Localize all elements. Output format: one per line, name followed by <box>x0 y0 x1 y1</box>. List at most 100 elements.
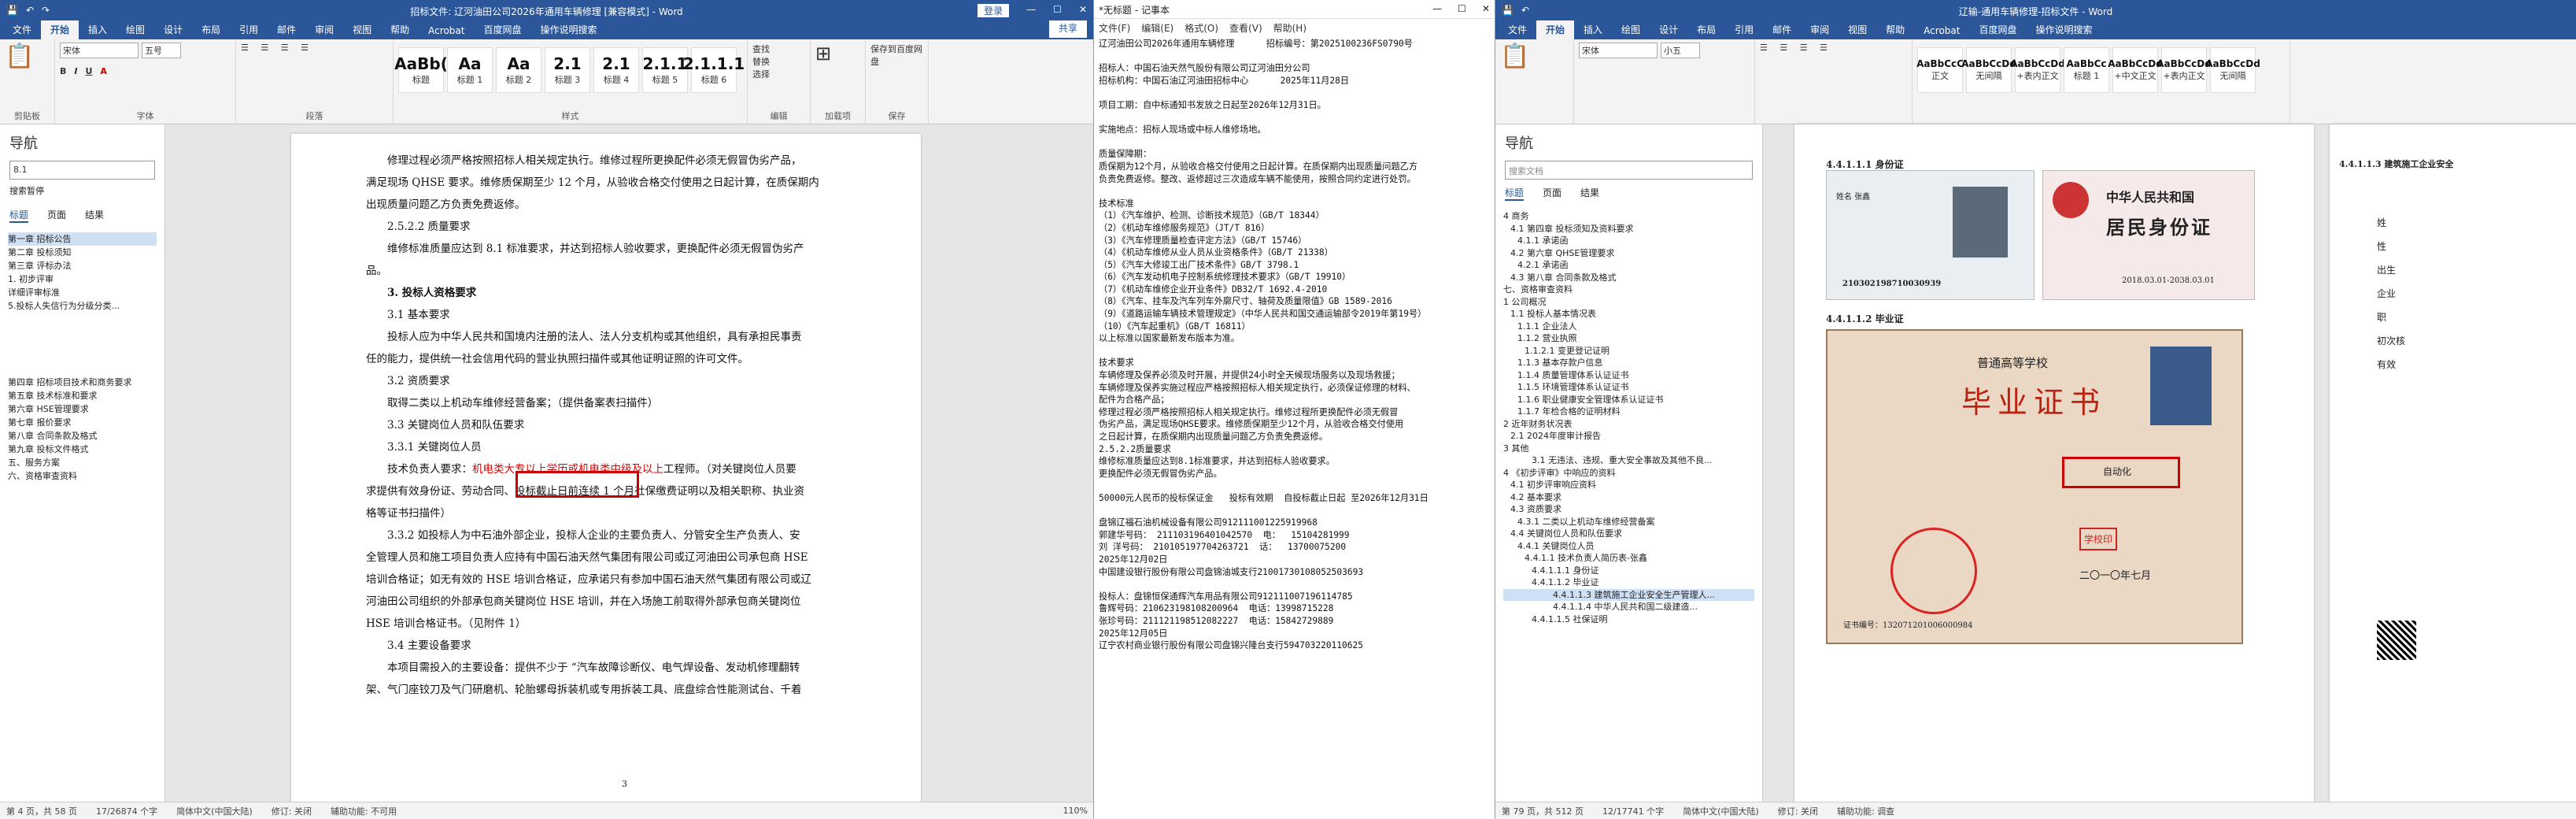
nav-tree-item[interactable]: 4.4.1.1.3 建筑施工企业安全生产管理人... <box>1503 588 1754 601</box>
nav-tree-item[interactable]: 4 商务 <box>1503 210 1754 223</box>
tab-baidu[interactable]: 百度网盘 <box>1969 20 2026 39</box>
nav-tree-item[interactable]: 4.4.1.1.2 毕业证 <box>1503 576 1754 589</box>
style-gallery-item[interactable]: AaBbCcDd +中文正文 <box>2108 47 2163 93</box>
nav-tab-headings[interactable]: 标题 <box>1505 186 1525 201</box>
tab-references[interactable]: 引用 <box>1725 20 1763 39</box>
nav-tree-item[interactable]: 第四章 招标项目技术和商务要求 <box>8 376 157 389</box>
nav-tree-item[interactable]: 第五章 技术标准和要求 <box>8 389 157 402</box>
tell-me-search[interactable]: 操作说明搜索 <box>2026 20 2101 39</box>
tab-help[interactable]: 帮助 <box>381 20 419 39</box>
menu-file[interactable]: 文件(F) <box>1099 21 1130 34</box>
save-icon[interactable]: 💾 <box>6 5 18 16</box>
nav-tree-item[interactable]: 3 其他 <box>1503 443 1754 455</box>
undo-icon[interactable]: ↶ <box>26 5 34 16</box>
style-gallery-item[interactable]: 2.1.1 标题 5 <box>642 47 688 93</box>
underline-icon[interactable]: U <box>85 66 92 76</box>
nav-search-input[interactable]: 8.1 <box>9 161 155 180</box>
maximize-icon[interactable]: ☐ <box>1053 4 1062 17</box>
tab-home[interactable]: 开始 <box>1536 20 1575 39</box>
nav-search-input[interactable]: 搜索文档 <box>1505 161 1753 180</box>
tell-me-search[interactable]: 操作说明搜索 <box>530 20 606 39</box>
nav-tree-item[interactable]: 4.3 资质要求 <box>1503 503 1754 516</box>
tab-home[interactable]: 开始 <box>41 20 79 39</box>
nav-tree-item[interactable]: 4.2.1 承诺函 <box>1503 259 1754 272</box>
find-button[interactable]: 查找 <box>752 43 805 55</box>
style-gallery-item[interactable]: 2.1 标题 4 <box>593 47 639 93</box>
nav-tree-item[interactable]: 4.4.1.1 技术负责人简历表-张鑫 <box>1503 552 1754 565</box>
nav-tree-item[interactable]: 1.1.1 企业法人 <box>1503 321 1754 333</box>
font-name-box[interactable]: 宋体 <box>1579 43 1658 58</box>
save-icon[interactable]: 💾 <box>1502 5 1513 16</box>
tab-insert[interactable]: 插入 <box>79 20 116 39</box>
nav-tree-item[interactable]: 1.1.7 年检合格的证明材料 <box>1503 406 1754 418</box>
menu-format[interactable]: 格式(O) <box>1185 21 1218 34</box>
nav-tab-pages[interactable]: 页面 <box>1543 186 1561 201</box>
minimize-icon[interactable]: — <box>1432 3 1442 15</box>
style-gallery-item[interactable]: 2.1 标题 3 <box>545 47 590 93</box>
nav-tree-item[interactable]: 4.4.1.1.5 社保证明 <box>1503 613 1754 626</box>
nav-tree-item[interactable]: 2.1 2024年度审计报告 <box>1503 430 1754 443</box>
tab-references[interactable]: 引用 <box>230 20 268 39</box>
redo-icon[interactable]: ↷ <box>42 5 50 16</box>
paste-icon[interactable]: 📋 <box>5 43 50 70</box>
tab-layout[interactable]: 布局 <box>192 20 230 39</box>
tab-review[interactable]: 审阅 <box>305 20 343 39</box>
tab-review[interactable]: 审阅 <box>1801 20 1839 39</box>
nav-tree-item[interactable]: 六、资格审查资料 <box>8 469 157 483</box>
nav-tree-item[interactable]: 第九章 投标文件格式 <box>8 443 157 456</box>
tab-acrobat[interactable]: Acrobat <box>1914 22 1969 39</box>
nav-tree-item[interactable]: 1.1.6 职业健康安全管理体系认证证书 <box>1503 394 1754 406</box>
nav-tree-item[interactable]: 4.4.1 关键岗位人员 <box>1503 540 1754 553</box>
undo-icon[interactable]: ↶ <box>1521 5 1529 16</box>
nav-tree-item[interactable]: 1.1.5 环境管理体系认证证书 <box>1503 381 1754 394</box>
nav-tab-results[interactable]: 结果 <box>85 208 104 223</box>
nav-tree-item[interactable]: 5.投标人失信行为分级分类... <box>8 299 157 313</box>
nav-tree-item[interactable]: 第七章 报价要求 <box>8 416 157 429</box>
nav-tree-item[interactable]: 第六章 HSE管理要求 <box>8 402 157 416</box>
nav-tree-item[interactable]: 4.3 第八章 合同条款及格式 <box>1503 272 1754 284</box>
select-button[interactable]: 选择 <box>752 68 805 80</box>
nav-tree-item[interactable]: 4.1 第四章 投标须知及资料要求 <box>1503 223 1754 235</box>
tab-baidu[interactable]: 百度网盘 <box>474 20 530 39</box>
tab-view[interactable]: 视图 <box>1839 20 1876 39</box>
nav-tab-results[interactable]: 结果 <box>1580 186 1599 201</box>
tab-insert[interactable]: 插入 <box>1574 20 1612 39</box>
menu-help[interactable]: 帮助(H) <box>1273 21 1306 34</box>
style-gallery-item[interactable]: AaBbCcDd 无间隔 <box>1961 47 2016 93</box>
nav-tree-item[interactable]: 4.4.1.1.1 身份证 <box>1503 565 1754 577</box>
nav-tree-item[interactable]: 4.2 第六章 QHSE管理要求 <box>1503 247 1754 260</box>
nav-tree-item[interactable]: 4.3.1 二类以上机动车维修经营备案 <box>1503 516 1754 528</box>
font-size-box[interactable]: 五号 <box>142 43 181 58</box>
style-gallery-item[interactable]: AaBbCcC 正文 <box>1916 47 1964 93</box>
nav-tree-item[interactable]: 1 公司概况 <box>1503 296 1754 309</box>
nav-tree-item[interactable]: 4.1.1 承诺函 <box>1503 235 1754 247</box>
nav-tree-item[interactable]: 1.1 投标人基本情况表 <box>1503 308 1754 321</box>
nav-tree-item[interactable]: 第二章 投标须知 <box>8 246 157 259</box>
menu-edit[interactable]: 编辑(E) <box>1141 21 1173 34</box>
nav-tree-item[interactable]: 五、服务方案 <box>8 456 157 469</box>
style-gallery-item[interactable]: AaBbCcDd 无间隔 <box>2205 47 2260 93</box>
nav-tree-item[interactable]: 第三章 评标办法 <box>8 259 157 272</box>
font-name-box[interactable]: 宋体 <box>60 43 139 58</box>
addins-icon[interactable]: ⊞ <box>815 43 860 65</box>
nav-tree-item[interactable]: 第一章 招标公告 <box>8 232 157 246</box>
tab-mailings[interactable]: 邮件 <box>1763 20 1801 39</box>
tab-mailings[interactable]: 邮件 <box>268 20 305 39</box>
nav-tree-item[interactable]: 4.4 关键岗位人员和队伍要求 <box>1503 528 1754 540</box>
style-gallery-item[interactable]: AaBb(标题 <box>394 47 448 93</box>
tab-view[interactable]: 视图 <box>343 20 381 39</box>
nav-tree-item[interactable]: 3.1 无违法、违规、重大安全事故及其他不良... <box>1503 454 1754 467</box>
nav-tree-item[interactable]: 1.1.4 质量管理体系认证证书 <box>1503 369 1754 382</box>
nav-tree-item[interactable]: 七、资格审查资料 <box>1503 284 1754 296</box>
nav-tree-item[interactable]: 4 《初步评审》中响应的资料 <box>1503 467 1754 480</box>
menu-view[interactable]: 查看(V) <box>1229 21 1262 34</box>
login-button[interactable]: 登录 <box>978 3 1010 17</box>
style-gallery-item[interactable]: AaBbCcDd +表内正文 <box>2010 47 2065 93</box>
nav-tree-item[interactable]: 1. 初步评审 <box>8 272 157 286</box>
nav-tab-pages[interactable]: 页面 <box>47 208 66 223</box>
tab-file[interactable]: 文件 <box>3 20 41 39</box>
notepad-text-area[interactable]: 辽河油田公司2026年通用车辆修理 招标编号：第2025100236FS0790… <box>1094 36 1495 654</box>
style-gallery-item[interactable]: AaBbCc 标题 1 <box>2064 47 2109 93</box>
tab-draw[interactable]: 绘图 <box>1612 20 1650 39</box>
nav-tree-item[interactable]: 4.4.1.1.4 中华人民共和国二级建造... <box>1503 601 1754 613</box>
